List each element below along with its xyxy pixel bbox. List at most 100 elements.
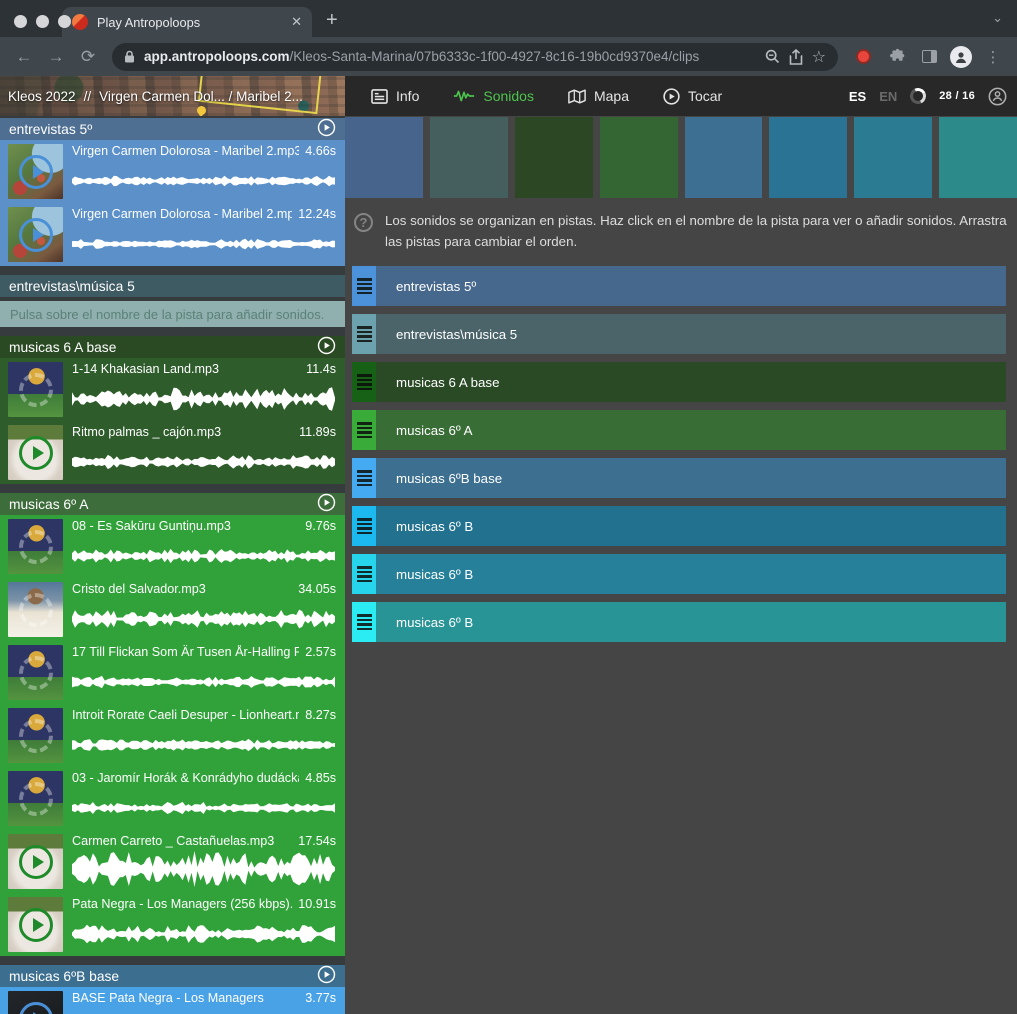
zoom-window-icon[interactable] [58,15,71,28]
section-name[interactable]: entrevistas 5º [9,122,317,137]
track-row-body[interactable]: entrevistas 5º [376,266,1006,306]
clip-body: BASE Pata Negra - Los Managers3.77s [72,991,336,1014]
track-row-body[interactable]: musicas 6º B [376,602,1006,642]
tab-sonidos[interactable]: Sonidos [443,82,544,110]
loading-ring-icon [19,782,53,816]
section-gap [0,956,345,965]
section-play-icon[interactable] [317,336,336,358]
reload-button[interactable]: ⟳ [74,47,102,67]
drag-handle[interactable] [352,602,376,642]
clip-waveform [72,380,336,417]
drag-handle[interactable] [352,554,376,594]
bookmark-star-icon[interactable]: ☆ [812,47,826,67]
track-row-body[interactable]: musicas 6º B [376,554,1006,594]
breadcrumb-path[interactable]: Virgen Carmen Dol... / Maribel 2... [99,89,303,104]
clip-thumbnail [8,425,63,480]
drag-handle[interactable] [352,410,376,450]
clip-item[interactable]: Pata Negra - Los Managers (256 kbps).mp3… [0,893,345,956]
track-section-header[interactable]: musicas 6 A base [0,336,345,358]
drag-handle[interactable] [352,458,376,498]
extensions-icon[interactable] [883,48,911,65]
tab-close-icon[interactable]: ✕ [291,14,302,30]
track-name: entrevistas\música 5 [396,327,517,342]
track-color-swatch [430,117,508,198]
clip-body: 08 - Es Sakūru Guntiņu.mp39.76s [72,519,336,574]
section-gap [0,327,345,336]
clip-item[interactable]: Virgen Carmen Dolorosa - Maribel 2.mp312… [0,203,345,266]
breadcrumb-root[interactable]: Kleos 2022 [8,89,76,104]
tab-search-chevron-icon[interactable]: ⌄ [992,10,1003,26]
track-row[interactable]: entrevistas\música 5 [352,314,1006,354]
clip-item[interactable]: Ritmo palmas _ cajón.mp311.89s [0,421,345,484]
lang-en-button[interactable]: EN [879,89,897,104]
clip-item[interactable]: 08 - Es Sakūru Guntiņu.mp39.76s [0,515,345,578]
track-row[interactable]: musicas 6º A [352,410,1006,450]
browser-menu-icon[interactable]: ⋮ [979,48,1007,66]
drag-handle-icon [357,566,372,582]
track-section-header[interactable]: entrevistas 5º [0,118,345,140]
clip-item[interactable]: Virgen Carmen Dolorosa - Maribel 2.mp3 4.… [0,140,345,203]
clip-duration: 4.66s [305,144,336,158]
track-row-body[interactable]: musicas 6º A [376,410,1006,450]
section-name[interactable]: entrevistas\música 5 [9,279,336,294]
clip-title-row: 03 - Jaromír Horák & Konrádyho dudácká .… [72,771,336,789]
clip-thumbnail [8,144,63,199]
track-row[interactable]: musicas 6º B [352,506,1006,546]
track-row-body[interactable]: musicas 6º B [376,506,1006,546]
section-play-icon[interactable] [317,965,336,987]
track-row[interactable]: musicas 6 A base [352,362,1006,402]
track-row[interactable]: musicas 6º B [352,602,1006,642]
track-section-header[interactable]: musicas 6º A [0,493,345,515]
track-row[interactable]: entrevistas 5º [352,266,1006,306]
browser-window: Play Antropoloops ✕ + ⌄ ← → ⟳ app.antrop… [0,0,1017,1014]
drag-handle-icon [357,278,372,294]
track-row[interactable]: musicas 6º B [352,554,1006,594]
forward-button[interactable]: → [42,47,70,67]
track-section-header[interactable]: musicas 6ºB base [0,965,345,987]
section-play-icon[interactable] [317,493,336,515]
clip-item[interactable]: 17 Till Flickan Som Är Tusen År-Halling … [0,641,345,704]
clip-waveform [72,225,336,262]
drag-handle[interactable] [352,506,376,546]
drag-handle[interactable] [352,266,376,306]
new-tab-button[interactable]: + [326,9,338,32]
browser-tab[interactable]: Play Antropoloops ✕ [62,7,312,37]
section-name[interactable]: musicas 6º A [9,497,317,512]
record-indicator-icon[interactable] [856,49,871,64]
breadcrumb[interactable]: Kleos 2022 // Virgen Carmen Dol... / Mar… [0,76,345,116]
clip-item[interactable]: 03 - Jaromír Horák & Konrádyho dudácká .… [0,767,345,830]
drag-handle[interactable] [352,314,376,354]
drag-handle[interactable] [352,362,376,402]
window-controls[interactable] [14,15,71,28]
track-color-swatch [854,117,932,198]
zoom-icon[interactable] [765,49,780,64]
close-window-icon[interactable] [14,15,27,28]
track-row-body[interactable]: entrevistas\música 5 [376,314,1006,354]
address-bar[interactable]: app.antropoloops.com/Kleos-Santa-Marina/… [112,43,838,71]
tab-tocar[interactable]: Tocar [653,82,732,111]
section-name[interactable]: musicas 6 A base [9,340,317,355]
clip-item[interactable]: Cristo del Salvador.mp334.05s [0,578,345,641]
track-row-body[interactable]: musicas 6 A base [376,362,1006,402]
clip-item[interactable]: BASE Pata Negra - Los Managers3.77s [0,987,345,1014]
back-button[interactable]: ← [10,47,38,67]
share-icon[interactable] [789,49,803,65]
profile-avatar[interactable] [947,46,975,68]
clip-body: Virgen Carmen Dolorosa - Maribel 2.mp312… [72,207,336,262]
split-view-icon[interactable] [915,50,943,63]
clip-item[interactable]: 1-14 Khakasian Land.mp311.4s [0,358,345,421]
lang-es-button[interactable]: ES [849,89,866,104]
track-row-body[interactable]: musicas 6ºB base [376,458,1006,498]
minimize-window-icon[interactable] [36,15,49,28]
track-section-header[interactable]: entrevistas\música 5 [0,275,345,297]
clip-item[interactable]: Introit Rorate Caeli Desuper - Lionheart… [0,704,345,767]
tab-mapa[interactable]: Mapa [558,82,639,110]
section-name[interactable]: musicas 6ºB base [9,969,317,984]
tab-info[interactable]: Info [361,82,429,110]
account-icon[interactable] [988,87,1007,106]
track-row[interactable]: musicas 6ºB base [352,458,1006,498]
section-play-icon[interactable] [317,118,336,140]
clip-name: Virgen Carmen Dolorosa - Maribel 2.mp3 [72,144,299,158]
track-name: musicas 6º B [396,567,473,582]
clip-item[interactable]: Carmen Carreto _ Castañuelas.mp317.54s [0,830,345,893]
